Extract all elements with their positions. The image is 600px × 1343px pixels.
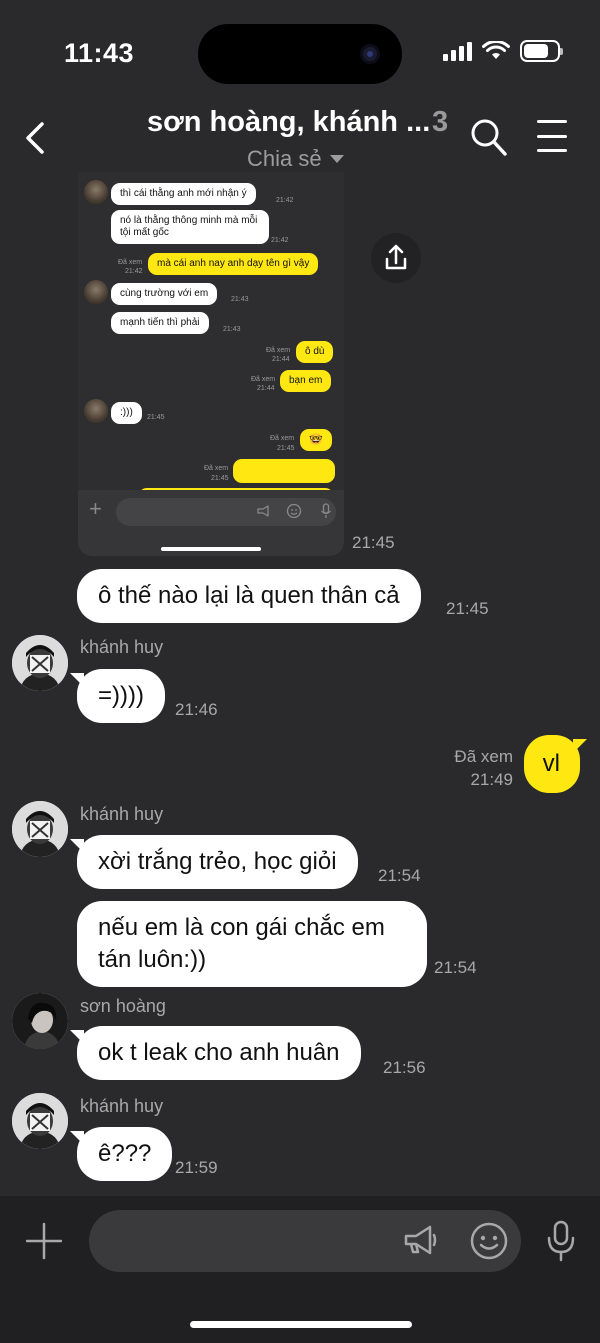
- message-bubble[interactable]: ok t leak cho anh huân: [70, 1026, 361, 1080]
- message-time: 21:54: [378, 866, 421, 885]
- shot-message: [233, 459, 335, 483]
- avatar[interactable]: [12, 801, 68, 857]
- sender-name: khánh huy: [80, 804, 164, 824]
- mic-icon: [321, 503, 331, 518]
- message-bubble[interactable]: xời trắng trẻo, học giỏi: [70, 835, 358, 889]
- member-count: 3: [432, 106, 449, 138]
- message-bubble[interactable]: =)))): [70, 669, 165, 723]
- message-time: 21:45: [446, 599, 489, 618]
- message-bubble[interactable]: vl: [523, 735, 588, 793]
- shot-input-field: [116, 498, 336, 526]
- chat-title[interactable]: sơn hoàng, khánh ...: [147, 106, 430, 139]
- shot-message: bạn em: [280, 370, 332, 392]
- subtitle-label: Chia sẻ: [247, 146, 322, 171]
- shot-message: cùng trường với em: [111, 283, 218, 305]
- shared-screenshot-image[interactable]: thì cái thằng anh mới nhận ý 21:42 nó là…: [78, 172, 344, 556]
- shot-message: ô dù: [296, 341, 334, 363]
- home-indicator[interactable]: [190, 1321, 412, 1328]
- message-time: 21:56: [383, 1058, 426, 1077]
- status-time: 11:43: [64, 38, 135, 68]
- menu-icon[interactable]: [537, 120, 567, 152]
- sender-name: khánh huy: [80, 1096, 164, 1116]
- shot-time: 21:43: [223, 326, 241, 333]
- message-time: 21:46: [175, 700, 218, 719]
- shot-time: 21:45: [211, 475, 229, 482]
- shot-seen: Đã xem: [270, 435, 295, 442]
- avatar[interactable]: [12, 635, 68, 691]
- megaphone-icon: [257, 505, 269, 517]
- back-icon[interactable]: [22, 118, 50, 158]
- shot-message: mà cái anh nay anh dạy tên gì vậy: [148, 253, 319, 275]
- mic-icon[interactable]: [546, 1220, 576, 1262]
- camera-icon: [360, 44, 380, 64]
- wifi-icon: [482, 41, 510, 59]
- megaphone-icon[interactable]: [402, 1222, 438, 1258]
- shot-message: 🤓: [300, 429, 332, 451]
- avatar-image: [12, 635, 68, 691]
- chevron-down-icon: [329, 155, 344, 163]
- message-time: 21:54: [434, 958, 477, 977]
- status-icons: [443, 40, 563, 62]
- shot-seen: Đã xem: [118, 259, 143, 266]
- message-bubble[interactable]: ê???: [69, 1127, 173, 1181]
- message-bubble[interactable]: ô thế nào lại là quen thân cả: [77, 569, 421, 623]
- message-input[interactable]: [89, 1210, 521, 1272]
- plus-icon: +: [89, 496, 102, 521]
- share-icon: [385, 244, 407, 270]
- shot-seen: Đã xem: [266, 347, 291, 354]
- avatar: [84, 280, 108, 304]
- avatar: [84, 180, 108, 204]
- shot-time: 21:42: [271, 237, 289, 244]
- shot-message: thì cái thằng anh mới nhận ý: [111, 183, 256, 205]
- sender-name: khánh huy: [80, 637, 164, 657]
- dynamic-island: [198, 24, 402, 84]
- shot-time: 21:45: [277, 445, 295, 452]
- search-icon[interactable]: [470, 118, 508, 158]
- avatar-image: [12, 1093, 68, 1149]
- shot-message: mạnh tiến thì phải: [111, 312, 209, 334]
- signal-icon: [443, 41, 472, 61]
- share-button[interactable]: [371, 233, 421, 283]
- sender-name: sơn hoàng: [80, 996, 166, 1016]
- plus-icon[interactable]: [26, 1222, 62, 1260]
- shot-time: 21:45: [147, 414, 165, 421]
- shot-seen: Đã xem: [251, 376, 276, 383]
- shot-message: :))): [111, 402, 142, 424]
- shot-home-indicator: [161, 547, 261, 551]
- seen-label: Đã xem: [454, 747, 513, 766]
- shot-time: 21:44: [257, 385, 275, 392]
- message-time: 21:45: [352, 533, 395, 552]
- shot-time: 21:42: [276, 197, 294, 204]
- shot-time: 21:44: [272, 356, 290, 363]
- shot-seen: Đã xem: [204, 465, 229, 472]
- avatar: [84, 399, 108, 423]
- message-time: 21:59: [175, 1158, 218, 1177]
- emoji-icon[interactable]: [469, 1221, 509, 1261]
- message-bubble[interactable]: nếu em là con gái chắc em tán luôn:)): [77, 901, 427, 987]
- avatar[interactable]: [12, 993, 68, 1049]
- avatar-image: [12, 801, 68, 857]
- share-dropdown[interactable]: Chia sẻ: [247, 146, 344, 172]
- shot-time: 21:43: [231, 296, 249, 303]
- emoji-icon: [286, 503, 302, 519]
- message-time: 21:49: [470, 770, 513, 789]
- shot-message: nó là thằng thông minh mà mỗi tội mất gố…: [111, 210, 269, 244]
- avatar-image: [12, 993, 68, 1049]
- avatar[interactable]: [12, 1093, 68, 1149]
- shot-time: 21:42: [125, 268, 143, 275]
- battery-icon: [520, 40, 563, 62]
